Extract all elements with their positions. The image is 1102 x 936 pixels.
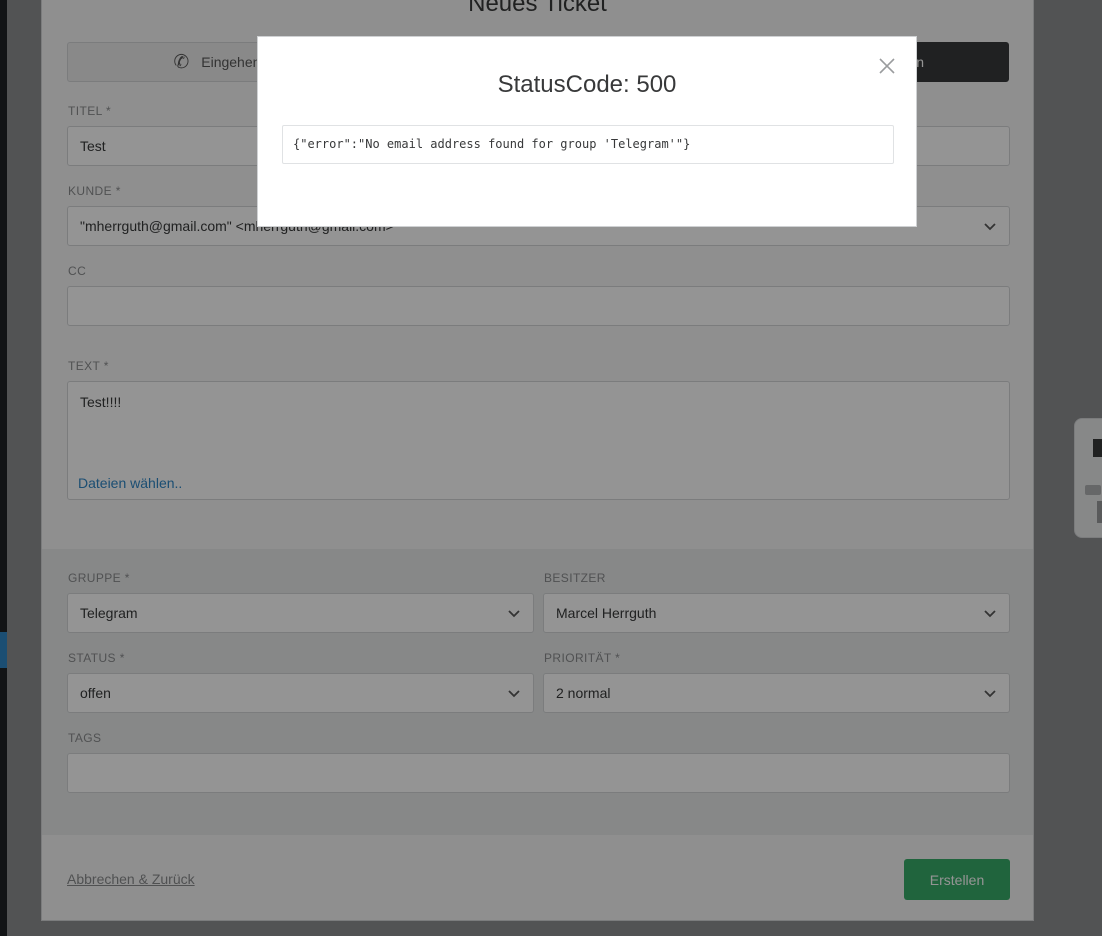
close-icon[interactable] bbox=[878, 57, 896, 75]
error-modal: StatusCode: 500 {"error":"No email addre… bbox=[257, 36, 917, 227]
error-message: {"error":"No email address found for gro… bbox=[282, 125, 894, 164]
modal-title: StatusCode: 500 bbox=[497, 71, 677, 98]
